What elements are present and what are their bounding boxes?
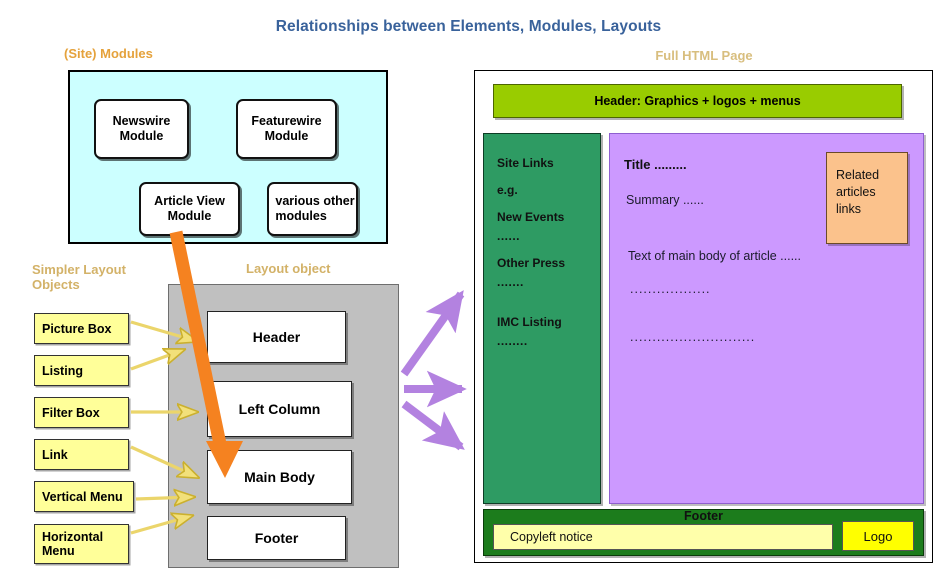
module-various-other-label: various other modules [275,194,355,223]
layout-box-header-label: Header [252,329,301,345]
logo-box[interactable]: Logo [842,521,914,551]
article-dots-1: .................. [630,282,711,296]
purple-arrow-group [400,290,467,451]
related-articles-links-label: Related articles links [836,168,880,216]
page-title: Relationships between Elements, Modules,… [275,18,662,35]
simpler-object-picture-box-label: Picture Box [42,321,112,336]
layout-box-left-column-label: Left Column [238,401,321,417]
diagram-canvas: Relationships between Elements, Modules,… [0,0,937,579]
related-articles-links-box[interactable]: Related articles links [826,152,908,244]
copyleft-notice-box[interactable]: Copyleft notice [493,524,833,550]
layout-box-header[interactable]: Header [207,311,346,363]
caption-full-html-page: Full HTML Page [655,48,753,63]
site-link-heading-site-links: Site Links [497,156,554,170]
article-summary: Summary ...... [626,193,704,207]
module-newswire[interactable]: Newswire Module [94,99,189,159]
caption-simpler-layout-objects: Simpler Layout Objects [32,262,126,292]
layout-box-main-body[interactable]: Main Body [207,450,352,504]
site-link-dots-imc-listing: ........ [497,334,528,348]
purple-arrow-top [400,290,465,377]
simpler-object-horizontal-menu[interactable]: Horizontal Menu [34,524,129,564]
module-various-other[interactable]: various other modules [267,182,358,236]
simpler-object-listing[interactable]: Listing [34,355,129,386]
layout-box-footer[interactable]: Footer [207,516,346,560]
simpler-object-filter-box-label: Filter Box [42,405,100,420]
purple-arrow-bottom [401,400,465,451]
caption-layout-object: Layout object [246,261,331,276]
layout-box-main-body-label: Main Body [244,469,315,485]
module-newswire-label: Newswire Module [112,114,171,143]
site-link-dots-new-events: ...... [497,229,521,243]
simpler-object-listing-label: Listing [42,363,83,378]
simpler-object-vertical-menu[interactable]: Vertical Menu [34,481,134,512]
page-header-bar[interactable]: Header: Graphics + logos + menus [493,84,902,118]
logo-label: Logo [863,528,893,544]
simpler-object-horizontal-menu-label: Horizontal Menu [42,530,104,558]
page-site-links-column: Site Links e.g. New Events ...... Other … [483,133,601,504]
simpler-object-filter-box[interactable]: Filter Box [34,397,129,428]
site-link-heading-eg: e.g. [497,183,518,197]
site-link-dots-other-press: ....... [497,275,524,289]
article-dots-2: ............................ [630,330,756,344]
layout-box-footer-label: Footer [254,530,299,546]
article-text: Text of main body of article ...... [628,249,801,263]
site-link-heading-new-events: New Events [497,210,565,224]
simpler-object-link-label: Link [42,447,68,462]
layout-box-left-column[interactable]: Left Column [207,381,352,437]
copyleft-notice-label: Copyleft notice [510,530,593,544]
caption-site-modules: (Site) Modules [64,46,153,61]
simpler-object-link[interactable]: Link [34,439,129,470]
site-link-heading-other-press: Other Press [497,256,566,270]
module-featurewire-label: Featurewire Module [251,114,322,143]
site-link-heading-imc-listing: IMC Listing [497,315,562,329]
module-featurewire[interactable]: Featurewire Module [236,99,337,159]
simpler-object-picture-box[interactable]: Picture Box [34,313,129,344]
module-article-view-label: Article View Module [154,194,225,223]
article-title: Title ......... [624,157,687,172]
simpler-object-vertical-menu-label: Vertical Menu [42,489,123,504]
page-header-bar-label: Header: Graphics + logos + menus [594,94,801,108]
module-article-view[interactable]: Article View Module [139,182,240,236]
